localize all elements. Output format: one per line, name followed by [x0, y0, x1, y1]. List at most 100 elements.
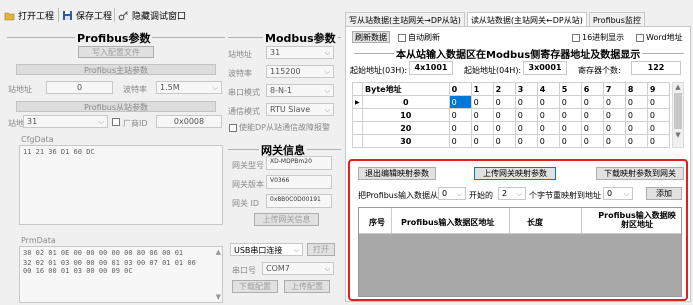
register-cell[interactable]: 0 [536, 134, 560, 148]
station-field[interactable]: 0 [46, 81, 113, 94]
cfgdata-text: 11 21 36 D1 60 DC [23, 148, 95, 156]
baud-select[interactable]: 1.5M ⌵ [156, 81, 222, 94]
auto-refresh-checkbox[interactable]: 自动刷新 [398, 32, 440, 43]
from-value: 0 [442, 189, 448, 198]
profibus-title: Profibus参数 [75, 30, 153, 46]
modbus-baud-select[interactable]: 115200 ⌵ [266, 65, 334, 78]
register-cell[interactable]: 0 [514, 121, 538, 135]
write-config-button[interactable]: 写入配置文件 [78, 46, 154, 58]
connection-type-select[interactable]: USB串口连接 ⌵ [230, 243, 303, 256]
prmdata-box[interactable]: 38 02 01 0E 00 00 00 00 00 80 06 00 01 3… [19, 246, 223, 303]
row-indicator-header [352, 82, 363, 96]
chevron-down-icon: ⌵ [623, 190, 629, 198]
upload-gateway-info-button[interactable]: 上传网关信息 [254, 213, 319, 226]
target-address-select[interactable]: 0 ⌵ [603, 187, 633, 200]
register-cell[interactable]: 0 [470, 121, 494, 135]
register-cell[interactable]: 0 [580, 95, 604, 109]
register-cell[interactable]: 0 [558, 134, 582, 148]
dp-alarm-checkbox[interactable]: 使能DP从站通信故障报警 [229, 122, 330, 133]
register-cell[interactable]: 0 [514, 134, 538, 148]
start-address-03-label: 起始地址(03H): [350, 66, 408, 75]
register-cell[interactable]: 0 [624, 134, 648, 148]
register-cell[interactable]: 0 [470, 95, 494, 109]
col-length-header: 长度 [527, 218, 543, 227]
open-port-button[interactable]: 打开 [307, 243, 335, 256]
modbus-station-select[interactable]: 31 ⌵ [266, 46, 334, 59]
vendor-checkbox[interactable] [112, 118, 120, 126]
station-label: 站地址 [8, 85, 32, 94]
scroll-down-icon[interactable]: ▼ [673, 131, 683, 139]
scroll-down-icon[interactable]: ▼ [216, 293, 221, 301]
scroll-up-icon[interactable]: ▲ [673, 83, 683, 91]
register-cell[interactable]: 0 [602, 108, 626, 122]
prmdata-line: 38 02 01 0E 00 00 00 00 00 80 06 00 01 [23, 249, 184, 257]
start-address-03-field: 4x1001 [409, 61, 453, 75]
slave-station-select[interactable]: 31 ⌵ [23, 115, 108, 128]
checkbox-box [636, 33, 644, 42]
vendor-field[interactable]: 0x0008 [156, 115, 222, 128]
hide-debug-button[interactable]: 隐藏调试窗口 [118, 9, 186, 22]
exit-mapping-edit-button[interactable]: 退出编辑映射参数 [358, 167, 436, 180]
register-cell[interactable]: 0 [602, 95, 626, 109]
from-select[interactable]: 0 ⌵ [438, 187, 466, 200]
register-cell[interactable]: 0 [448, 95, 472, 109]
refresh-data-button[interactable]: 刷新数据 [352, 31, 390, 43]
register-cell[interactable]: 0 [470, 108, 494, 122]
register-cell[interactable]: 0 [492, 108, 516, 122]
count-select[interactable]: 2 ⌵ [498, 187, 526, 200]
register-cell[interactable]: 0 [558, 121, 582, 135]
hex-display-checkbox[interactable]: 16进制显示 [572, 32, 624, 43]
register-cell[interactable]: 0 [448, 121, 472, 135]
register-cell[interactable]: 0 [492, 95, 516, 109]
comm-mode-value: RTU Slave [270, 105, 311, 114]
register-cell[interactable]: 0 [624, 108, 648, 122]
register-cell[interactable]: 0 [624, 121, 648, 135]
target-address-value: 0 [607, 189, 613, 198]
register-cell[interactable]: 0 [580, 134, 604, 148]
scroll-up-icon[interactable]: ▲ [216, 248, 221, 256]
download-config-button[interactable]: 下载配置 [232, 280, 278, 293]
cfgdata-box[interactable]: 11 21 36 D1 60 DC [19, 145, 223, 225]
add-mapping-button[interactable]: 添加 [646, 187, 682, 200]
register-cell[interactable]: 0 [558, 108, 582, 122]
register-cell[interactable]: 0 [558, 95, 582, 109]
register-cell[interactable]: 0 [646, 95, 671, 109]
register-cell[interactable]: 0 [514, 95, 538, 109]
register-cell[interactable]: 0 [536, 108, 560, 122]
register-cell[interactable]: 0 [448, 134, 472, 148]
chevron-down-icon: ⌵ [456, 190, 462, 198]
serial-mode-select[interactable]: 8-N-1 ⌵ [266, 84, 334, 97]
upload-config-button[interactable]: 上传配置 [284, 280, 330, 293]
download-mapping-button[interactable]: 下载映射参数到网关 [596, 167, 684, 180]
register-cell[interactable]: 0 [470, 134, 494, 148]
register-cell[interactable]: 0 [602, 121, 626, 135]
comm-mode-select[interactable]: RTU Slave ⌵ [266, 103, 334, 116]
byte-address-cell: 20 [362, 121, 450, 135]
col-header: 1 [470, 82, 494, 96]
register-cell[interactable]: 0 [492, 121, 516, 135]
register-cell[interactable]: 0 [580, 121, 604, 135]
register-cell[interactable]: 0 [646, 134, 671, 148]
register-cell[interactable]: 0 [448, 108, 472, 122]
scroll-thumb[interactable] [674, 93, 682, 129]
chevron-down-icon: ⌵ [324, 106, 330, 114]
grid-scrollbar[interactable]: ▲ ▼ [672, 82, 684, 148]
register-cell[interactable]: 0 [646, 108, 671, 122]
upload-mapping-button[interactable]: 上传网关映射参数 [474, 167, 556, 180]
register-cell[interactable]: 0 [492, 134, 516, 148]
port-select[interactable]: COM7 ⌵ [262, 262, 334, 275]
col-header: 0 [448, 82, 472, 96]
open-project-button[interactable]: 打开工程 [4, 9, 54, 22]
modbus-title: Modbus参数 [263, 30, 338, 46]
save-project-button[interactable]: 保存工程 [62, 9, 112, 22]
mapping-line-mid2: 个字节重映射到地址 [529, 191, 601, 200]
register-cell[interactable]: 0 [536, 95, 560, 109]
register-cell[interactable]: 0 [646, 121, 671, 135]
register-cell[interactable]: 0 [624, 95, 648, 109]
mapping-table-header: 序号 Profibus输入数据区地址 长度 Profibus输入数据映射区地址 [359, 208, 681, 234]
register-cell[interactable]: 0 [602, 134, 626, 148]
register-cell[interactable]: 0 [514, 108, 538, 122]
register-cell[interactable]: 0 [580, 108, 604, 122]
register-cell[interactable]: 0 [536, 121, 560, 135]
word-address-checkbox[interactable]: Word地址 [636, 32, 683, 43]
